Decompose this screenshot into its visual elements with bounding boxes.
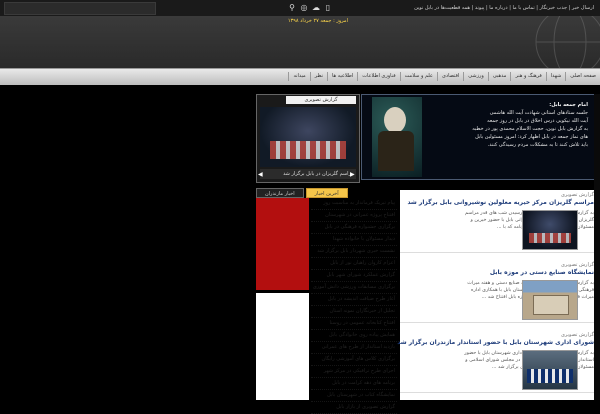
top-icons: ⚲ ◎ ☁ ▯ [288,3,332,12]
list-item[interactable]: گزارش عملکرد شورای شهر بابل [311,270,397,282]
list-item[interactable]: تجلیل از خبرنگاران نمونه استان [311,306,397,318]
photo-report-title[interactable]: مراسم گلریزان در بابل برگزار شد [260,169,356,179]
top-search-box[interactable] [4,2,156,15]
featured-title[interactable]: امام جمعه بابل: [416,101,588,109]
list-item[interactable]: برگزاری مسابقات ورزشی دانش آموزی [311,282,397,294]
news-thumbnail[interactable] [522,280,578,320]
list-item[interactable]: نشست خبری شهردار بابل برگزار شد [311,246,397,258]
photo-report-widget: گزارش تصویری مراسم گلریزان در بابل برگزا… [256,94,360,183]
mobile-icon[interactable]: ▯ [324,3,332,12]
top-links[interactable]: ارسال خبر | جذب خبرنگار | تماس با ما | د… [414,5,594,11]
news-kicker: گزارش تصویری [560,262,594,268]
featured-line-2: آیت الله نیکویی درس اخلاق در بابل در روز… [487,118,588,124]
twitter-icon[interactable]: ☁ [312,3,320,12]
news-title[interactable]: مراسم گلریزان مرکز خیریه معلولین نوشیروا… [407,199,594,206]
news-title[interactable]: نمایشگاه صنایع دستی در موزه بابل [490,269,594,276]
nav-item-religion[interactable]: مذهبی [487,72,511,81]
header-date: امروز : جمعه ۲۷ خرداد ۱۳۹۸ [287,18,348,24]
main-navigation: صفحه اصلی شهدا فرهنگ و هنر مذهبی ورزشی ا… [0,68,600,86]
page-edge [594,94,600,400]
list-item[interactable]: برگزاری جشنواره فرهنگی در بابل [311,222,397,234]
nav-item-culture[interactable]: فرهنگ و هنر [510,72,545,81]
list-item[interactable]: پیام تبریک فرماندار به مناسبت روز [311,198,397,210]
site-header: امروز : جمعه ۲۷ خرداد ۱۳۹۸ [0,16,600,68]
nav-item-notices[interactable]: اطلاعیه ها [327,72,357,81]
list-item[interactable]: گزارش تصویری از بازار بابل [311,402,397,414]
nav-item-it[interactable]: فناوری اطلاعات [357,72,399,81]
featured-image[interactable] [372,97,422,177]
list-item[interactable]: برگزاری کلاس های آموزشی رایگان [311,354,397,366]
red-banner[interactable] [256,198,309,290]
news-item: گزارش تصویری شورای اداری شهرستان بابل با… [397,330,598,393]
nav-item-square[interactable]: میدانه [288,72,309,81]
list-item[interactable]: آغاز طرح ضیافت اندیشه در بابل [311,294,397,306]
news-tabs: اخبار مازندران آخرین اخبار [256,188,348,198]
chevron-right-icon[interactable]: ▶ [350,171,355,178]
rss-icon[interactable]: ◎ [300,3,308,12]
featured-line-1: جلسه ستادهای استانی شهادت آیت الله هاشمی [489,110,588,116]
featured-line-5: باید تلاش کنند تا به مشکلات مردم رسیدگی … [487,142,588,148]
globe-icon [535,16,600,68]
photo-news-list: گزارش تصویری مراسم گلریزان مرکز خیریه مع… [397,190,598,400]
news-item: گزارش تصویری نمایشگاه صنایع دستی در موزه… [400,260,598,323]
list-item[interactable]: برنامه های دهه کرامت در بابل [311,378,397,390]
nav-item-opinion[interactable]: نظر [309,72,327,81]
nav-item-martyrs[interactable]: شهدا [545,72,566,81]
search-icon[interactable]: ⚲ [288,3,296,12]
list-item[interactable]: اجرای طرح ترافیکی در مرکز شهر [311,366,397,378]
nav-item-sports[interactable]: ورزشی [463,72,488,81]
photo-report-image[interactable] [260,107,356,167]
featured-news[interactable]: امام جمعه بابل: جلسه ستادهای استانی شهاد… [361,94,595,180]
list-item[interactable]: نمایشگاه کتاب در شهرستان بابل [311,390,397,402]
featured-text: امام جمعه بابل: جلسه ستادهای استانی شهاد… [416,101,588,149]
latest-news-list: پیام تبریک فرماندار به مناسبت روز افتتاح… [311,198,397,414]
news-thumbnail[interactable] [522,350,578,390]
list-item[interactable]: اعزام کاروان راهیان نور از بابل [311,258,397,270]
chevron-left-icon[interactable]: ◀ [258,171,263,178]
news-item: گزارش تصویری مراسم گلریزان مرکز خیریه مع… [400,190,598,253]
list-item[interactable]: همایش پیاده روی خانوادگی بابل [311,330,397,342]
white-banner[interactable] [256,293,309,400]
news-title[interactable]: شورای اداری شهرستان بابل با حضور استاندا… [397,339,594,346]
list-item[interactable]: دیدار مسئولان با خانواده شهدا [311,234,397,246]
news-thumbnail[interactable] [522,210,578,250]
news-kicker: گزارش تصویری [560,192,594,198]
list-item[interactable]: بازدید استاندار از طرح های عمرانی [311,342,397,354]
list-item[interactable]: افتتاح پروژه عمرانی در شهرستان [311,210,397,222]
tab-mazandaran-news[interactable]: اخبار مازندران [256,188,304,198]
nav-gap [0,85,600,94]
photo-report-caption: گزارش تصویری [286,96,356,104]
tab-latest-news[interactable]: آخرین اخبار [305,188,348,198]
list-item[interactable]: افتتاح کتابخانه عمومی در روستا [311,318,397,330]
nav-item-science[interactable]: علم و سلامت [399,72,437,81]
top-bar: ⚲ ◎ ☁ ▯ ارسال خبر | جذب خبرنگار | تماس ب… [0,0,600,16]
featured-line-3: به گزارش بابل نوین، حجت الاسلام محمدی پو… [472,126,588,132]
nav-item-home[interactable]: صفحه اصلی [565,72,600,81]
news-kicker: گزارش تصویری [560,332,594,338]
featured-line-4: های نماز جمعه در بابل اظهار کرد: امروز م… [475,134,588,140]
nav-item-economy[interactable]: اقتصادی [436,72,463,81]
